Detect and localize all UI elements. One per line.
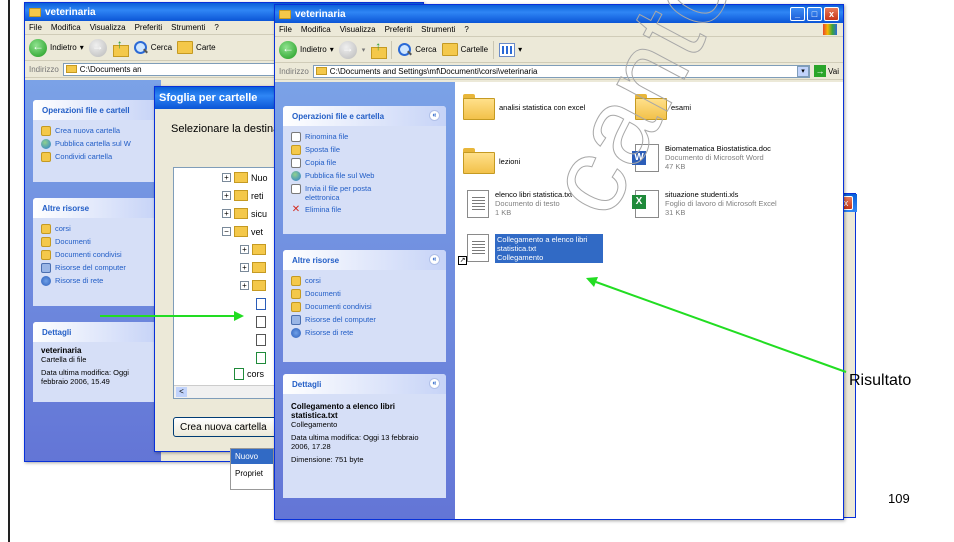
result-label: Risultato	[849, 372, 912, 389]
annotation-arrows	[100, 277, 847, 373]
left-arrow-head	[234, 311, 244, 321]
page-number: 109	[888, 491, 910, 506]
result-arrow-line	[595, 281, 847, 373]
